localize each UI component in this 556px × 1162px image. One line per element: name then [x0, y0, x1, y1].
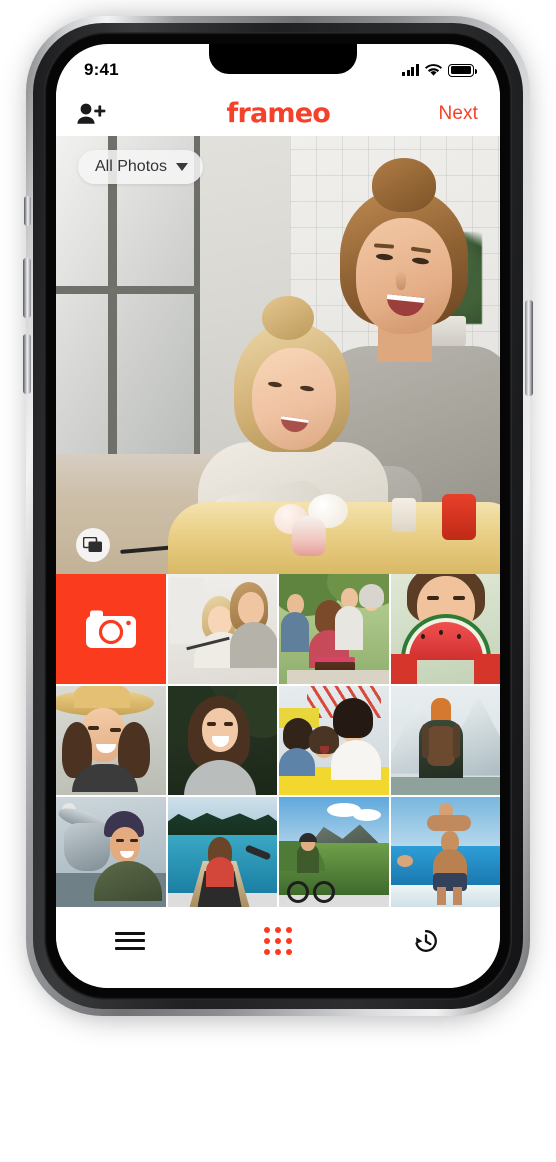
thumbnail-artwork	[167, 574, 277, 684]
display-notch	[209, 44, 357, 74]
multi-photo-stack-icon	[83, 537, 102, 552]
camera-icon	[85, 610, 136, 648]
thumbnail-artwork	[56, 797, 166, 907]
photo-grid	[56, 574, 500, 907]
nav-menu-button[interactable]	[98, 918, 162, 964]
thumbnail-artwork	[279, 685, 389, 796]
status-bar-indicators	[402, 63, 477, 77]
photo-thumbnail[interactable]	[390, 574, 500, 684]
photo-thumbnail[interactable]	[279, 797, 389, 907]
wifi-icon	[425, 63, 442, 76]
thumbnail-artwork	[56, 685, 166, 796]
multi-select-button[interactable]	[76, 528, 110, 562]
thumbnail-artwork	[279, 797, 389, 907]
history-clock-icon	[415, 929, 437, 952]
thumbnail-artwork	[390, 797, 500, 907]
nav-history-button[interactable]	[394, 918, 458, 964]
photo-thumbnail[interactable]	[167, 797, 277, 907]
thumbnail-artwork	[167, 797, 277, 907]
grid-dots-icon	[264, 926, 292, 955]
hero-photo[interactable]: All Photos	[56, 136, 500, 574]
person-add-icon	[77, 103, 106, 124]
status-bar-time: 9:41	[84, 60, 119, 79]
photo-thumbnail[interactable]	[56, 797, 166, 907]
mute-switch-button[interactable]	[24, 196, 31, 226]
album-filter-dropdown[interactable]: All Photos	[78, 150, 204, 184]
power-button[interactable]	[525, 300, 533, 396]
photo-thumbnail[interactable]	[279, 574, 389, 684]
hero-photo-artwork	[56, 136, 500, 574]
app-brand-logo: frameo	[226, 97, 331, 129]
app-header: frameo Next	[56, 92, 500, 136]
signal-bars-icon	[402, 64, 419, 76]
thumbnail-artwork	[390, 574, 500, 684]
nav-gallery-button[interactable]	[246, 918, 310, 964]
screenshot-stage: 9:41 frameo Next All Photos	[0, 0, 556, 1162]
bottom-navigation-bar	[56, 907, 500, 988]
volume-up-button[interactable]	[23, 258, 31, 318]
next-button[interactable]: Next	[439, 103, 478, 125]
photo-thumbnail[interactable]	[167, 685, 277, 796]
photo-thumbnail[interactable]	[390, 685, 500, 796]
photo-thumbnail[interactable]	[279, 685, 389, 796]
battery-full-icon	[448, 63, 477, 77]
chevron-down-icon	[176, 163, 189, 171]
camera-tile[interactable]	[56, 574, 166, 684]
volume-down-button[interactable]	[23, 334, 31, 394]
thumbnail-artwork	[279, 574, 389, 684]
add-person-button[interactable]	[76, 97, 118, 131]
photo-thumbnail[interactable]	[56, 685, 166, 796]
thumbnail-artwork	[390, 685, 500, 796]
album-filter-label: All Photos	[95, 158, 168, 175]
hamburger-menu-icon	[115, 931, 145, 950]
photo-thumbnail[interactable]	[390, 797, 500, 907]
thumbnail-artwork	[167, 685, 277, 796]
photo-thumbnail[interactable]	[167, 574, 277, 684]
phone-screen: 9:41 frameo Next All Photos	[56, 44, 500, 988]
